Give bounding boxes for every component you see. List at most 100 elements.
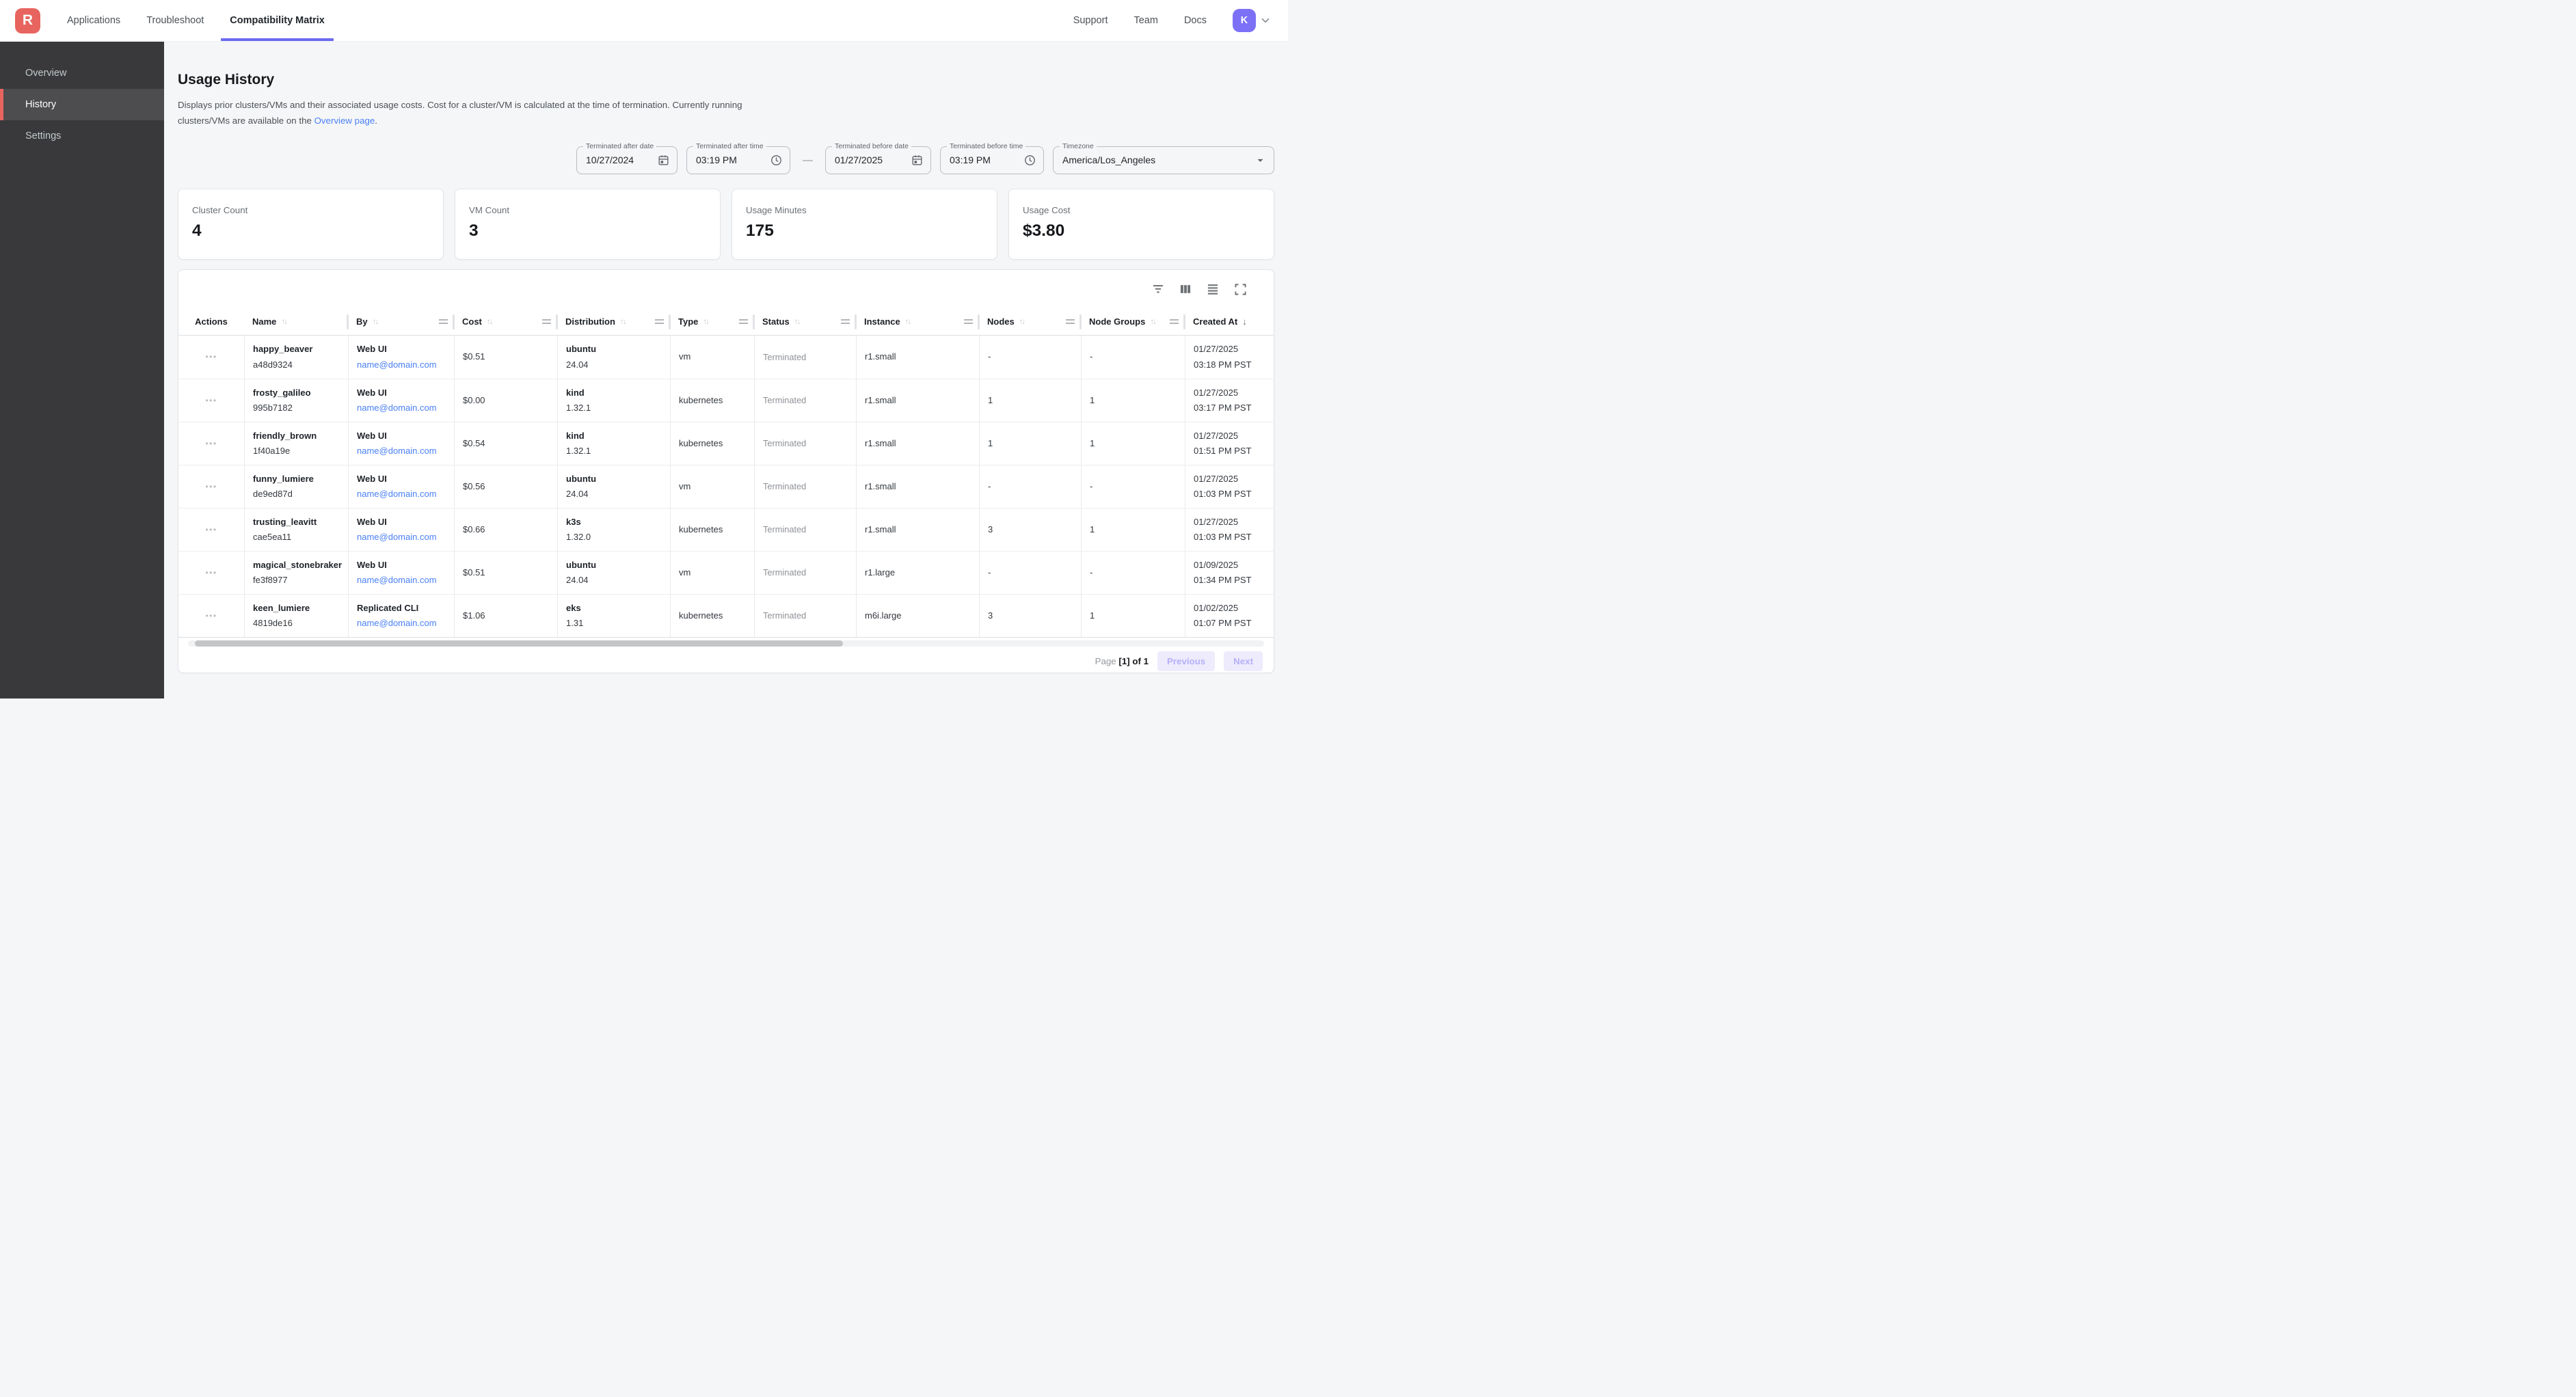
created-time: 01:03 PM PST — [1194, 489, 1274, 500]
stat-label: Usage Minutes — [746, 205, 983, 215]
email-link[interactable]: name@domain.com — [357, 403, 454, 413]
email-link[interactable]: name@domain.com — [357, 618, 454, 629]
column-header-status[interactable]: Status↑↓ — [754, 309, 856, 335]
column-header-distribution[interactable]: Distribution↑↓ — [557, 309, 670, 335]
avatar[interactable]: K — [1233, 9, 1256, 32]
terminated-before-date-field[interactable]: Terminated before date 01/27/2025 — [825, 146, 931, 174]
created-date: 01/27/2025 — [1194, 474, 1274, 485]
cell-instance: r1.large — [856, 552, 979, 594]
cell-cost: $0.00 — [454, 379, 557, 422]
column-header-by[interactable]: By↑↓ — [348, 309, 454, 335]
sidebar-item-settings[interactable]: Settings — [0, 120, 164, 152]
caret-down-icon[interactable] — [1254, 154, 1267, 167]
field-label: Terminated after date — [583, 142, 656, 150]
created-date: 01/27/2025 — [1194, 517, 1274, 528]
nodes-count: - — [988, 351, 1081, 362]
table-row: •••funny_lumierede9ed87dWeb UIname@domai… — [178, 465, 1274, 508]
tab-applications[interactable]: Applications — [58, 0, 129, 41]
sidebar-item-history[interactable]: History — [0, 89, 164, 120]
row-actions-button[interactable]: ••• — [202, 437, 219, 450]
columns-icon[interactable] — [1179, 282, 1192, 296]
column-resize-handle[interactable] — [542, 319, 551, 324]
cell-actions: ••• — [178, 552, 244, 594]
fullscreen-icon[interactable] — [1233, 282, 1247, 296]
row-actions-button[interactable]: ••• — [202, 480, 219, 493]
email-link[interactable]: name@domain.com — [357, 360, 454, 370]
row-actions-button[interactable]: ••• — [202, 350, 219, 364]
cluster-id: fe3f8977 — [253, 575, 348, 586]
usage-cost-card: Usage Cost $3.80 — [1008, 189, 1274, 260]
support-link[interactable]: Support — [1073, 15, 1108, 26]
column-resize-handle[interactable] — [439, 319, 448, 324]
email-link[interactable]: name@domain.com — [357, 532, 454, 543]
column-header-cost[interactable]: Cost↑↓ — [454, 309, 557, 335]
column-header-node_groups[interactable]: Node Groups↑↓ — [1081, 309, 1185, 335]
calendar-icon[interactable] — [657, 154, 670, 167]
type-value: kubernetes — [679, 524, 754, 535]
row-actions-button[interactable]: ••• — [202, 566, 219, 580]
cluster-name: magical_stonebraker — [253, 560, 348, 571]
cell-by: Web UIname@domain.com — [348, 465, 454, 508]
scrollbar-thumb[interactable] — [195, 640, 843, 647]
tab-troubleshoot[interactable]: Troubleshoot — [137, 0, 213, 41]
column-divider — [556, 314, 558, 329]
tab-compatibility-matrix[interactable]: Compatibility Matrix — [221, 0, 334, 41]
email-link[interactable]: name@domain.com — [357, 575, 454, 586]
previous-page-button[interactable]: Previous — [1157, 651, 1215, 671]
column-resize-handle[interactable] — [655, 319, 664, 324]
cell-nodes: 1 — [979, 422, 1081, 465]
cell-created_at: 01/27/202503:17 PM PST — [1185, 379, 1274, 422]
column-resize-handle[interactable] — [1170, 319, 1179, 324]
docs-link[interactable]: Docs — [1184, 15, 1207, 26]
row-actions-button[interactable]: ••• — [202, 523, 219, 537]
table-row: •••keen_lumiere4819de16Replicated CLInam… — [178, 594, 1274, 637]
column-resize-handle[interactable] — [964, 319, 973, 324]
user-menu[interactable]: K — [1233, 9, 1272, 32]
column-label: Type — [678, 316, 698, 327]
column-header-nodes[interactable]: Nodes↑↓ — [979, 309, 1081, 335]
clock-icon[interactable] — [770, 154, 783, 167]
email-link[interactable]: name@domain.com — [357, 489, 454, 500]
next-page-button[interactable]: Next — [1224, 651, 1263, 671]
cluster-name: happy_beaver — [253, 344, 348, 355]
usage-table-card: ActionsName↑↓By↑↓Cost↑↓Distribution↑↓Typ… — [178, 269, 1274, 673]
terminated-before-time-field[interactable]: Terminated before time 03:19 PM — [940, 146, 1044, 174]
replicated-logo[interactable]: R — [15, 8, 40, 33]
column-header-instance[interactable]: Instance↑↓ — [856, 309, 979, 335]
clock-icon[interactable] — [1023, 154, 1036, 167]
column-resize-handle[interactable] — [1066, 319, 1075, 324]
page-description: Displays prior clusters/VMs and their as… — [178, 98, 1274, 129]
status-badge: Terminated — [763, 395, 856, 405]
column-divider — [453, 314, 455, 329]
team-link[interactable]: Team — [1133, 15, 1157, 26]
email-link[interactable]: name@domain.com — [357, 446, 454, 457]
column-header-type[interactable]: Type↑↓ — [670, 309, 754, 335]
created-time: 01:03 PM PST — [1194, 532, 1274, 543]
filter-icon[interactable] — [1151, 282, 1165, 296]
horizontal-scrollbar — [188, 640, 1264, 647]
density-icon[interactable] — [1206, 282, 1220, 296]
node-groups-count: - — [1090, 351, 1185, 362]
status-badge: Terminated — [763, 524, 856, 534]
timezone-select[interactable]: Timezone America/Los_Angeles — [1053, 146, 1274, 174]
sidebar-item-overview[interactable]: Overview — [0, 57, 164, 89]
calendar-icon[interactable] — [911, 154, 924, 167]
cell-nodes: - — [979, 465, 1081, 508]
cluster-id: 995b7182 — [253, 403, 348, 413]
column-divider — [669, 314, 671, 329]
column-divider — [347, 314, 349, 329]
type-value: vm — [679, 351, 754, 362]
terminated-after-time-field[interactable]: Terminated after time 03:19 PM — [686, 146, 790, 174]
created-by-source: Web UI — [357, 388, 454, 398]
row-actions-button[interactable]: ••• — [202, 394, 219, 407]
terminated-after-date-field[interactable]: Terminated after date 10/27/2024 — [576, 146, 677, 174]
cell-instance: r1.small — [856, 379, 979, 422]
row-actions-button[interactable]: ••• — [202, 609, 219, 623]
overview-page-link[interactable]: Overview page — [314, 116, 375, 126]
created-date: 01/09/2025 — [1194, 560, 1274, 571]
column-header-name[interactable]: Name↑↓ — [244, 309, 348, 335]
column-header-created_at[interactable]: Created At↓ — [1185, 309, 1274, 335]
column-resize-handle[interactable] — [739, 319, 748, 324]
column-resize-handle[interactable] — [841, 319, 850, 324]
chevron-down-icon[interactable] — [1259, 14, 1272, 27]
